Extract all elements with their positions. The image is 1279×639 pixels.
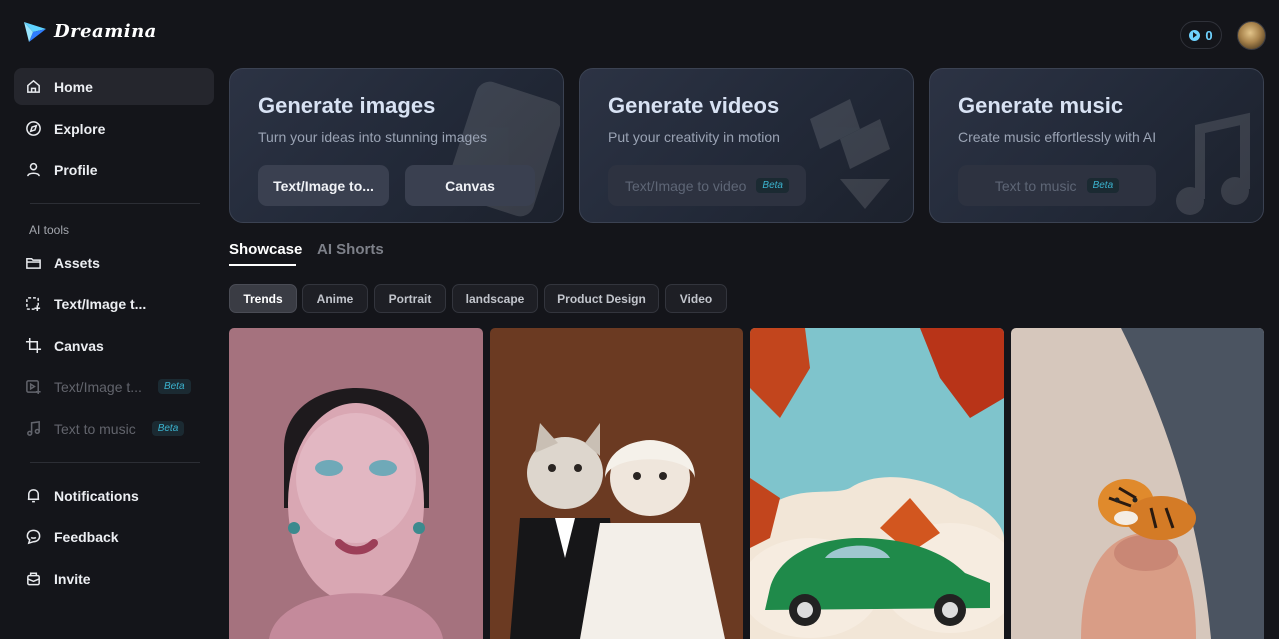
gallery-item-green-car[interactable] — [750, 328, 1004, 639]
filter-video[interactable]: Video — [665, 284, 727, 313]
sidebar-item-invite[interactable]: Invite — [14, 560, 214, 597]
logo[interactable]: Dreamina — [22, 18, 157, 44]
sidebar-item-label: Text/Image t... — [54, 378, 142, 395]
music-icon — [24, 420, 42, 438]
text-image-to-video-button[interactable]: Text/Image to video Beta — [608, 165, 806, 206]
dreamina-logo-icon — [24, 22, 46, 42]
folder-icon — [24, 254, 42, 272]
sidebar-item-text-to-music[interactable]: Text to music Beta — [14, 410, 214, 447]
button-label: Canvas — [445, 177, 495, 194]
beta-badge: Beta — [756, 178, 789, 193]
bell-icon — [24, 487, 42, 505]
filter-product-design[interactable]: Product Design — [544, 284, 659, 313]
gallery-image — [229, 328, 483, 639]
button-label: Text/Image to... — [273, 177, 374, 194]
chat-icon — [24, 528, 42, 546]
generate-videos-card[interactable]: Generate videos Put your creativity in m… — [579, 68, 914, 223]
sidebar-item-label: Explore — [54, 120, 106, 137]
button-label: Text to music — [994, 177, 1077, 194]
gift-icon — [24, 570, 42, 588]
sidebar-item-assets[interactable]: Assets — [14, 244, 214, 281]
button-label: Text/Image to video — [625, 177, 747, 194]
sidebar-divider — [30, 462, 200, 463]
sidebar-item-feedback[interactable]: Feedback — [14, 518, 214, 555]
video-plus-icon — [24, 378, 42, 396]
video-decoration-icon — [810, 99, 890, 209]
sidebar-item-label: Profile — [54, 161, 98, 178]
card-subtitle: Create music effortlessly with AI — [958, 129, 1157, 145]
sidebar-item-label: Notifications — [54, 487, 139, 504]
gallery-item-cat-wedding[interactable] — [490, 328, 743, 639]
sidebar-item-label: Assets — [54, 254, 100, 271]
gallery-image — [490, 328, 743, 639]
sidebar-item-label: Invite — [54, 570, 91, 587]
filter-trends[interactable]: Trends — [229, 284, 297, 313]
gallery-image — [750, 328, 1004, 639]
sidebar: Dreamina Home Explore Profile AI tools A… — [0, 0, 228, 639]
gallery-image — [1011, 328, 1264, 639]
music-decoration-icon — [1176, 112, 1250, 215]
image-plus-icon — [24, 295, 42, 313]
sidebar-item-label: Text/Image t... — [54, 295, 147, 312]
generate-images-card[interactable]: Generate images Turn your ideas into stu… — [229, 68, 564, 223]
tab-showcase[interactable]: Showcase — [229, 241, 302, 258]
user-icon — [24, 161, 42, 179]
sidebar-item-label: Canvas — [54, 337, 104, 354]
avatar[interactable] — [1237, 21, 1266, 50]
filter-anime[interactable]: Anime — [302, 284, 368, 313]
app-name: Dreamina — [54, 20, 157, 42]
ai-tools-label: AI tools — [29, 223, 70, 237]
active-tab-indicator — [229, 264, 296, 266]
card-subtitle: Put your creativity in motion — [608, 129, 780, 145]
text-to-music-button[interactable]: Text to music Beta — [958, 165, 1156, 206]
compass-icon — [24, 120, 42, 138]
filter-landscape[interactable]: landscape — [452, 284, 538, 313]
beta-badge: Beta — [157, 379, 191, 394]
canvas-button[interactable]: Canvas — [405, 165, 535, 206]
credits-count: 0 — [1205, 27, 1213, 43]
card-title: Generate music — [958, 93, 1124, 118]
text-image-to-image-button[interactable]: Text/Image to... — [258, 165, 389, 206]
credits-button[interactable]: 0 — [1180, 21, 1222, 49]
sidebar-item-label: Text to music — [54, 420, 136, 437]
filter-portrait[interactable]: Portrait — [374, 284, 446, 313]
sidebar-item-text-image-video[interactable]: Text/Image t... Beta — [14, 368, 214, 405]
generate-music-card[interactable]: Generate music Create music effortlessly… — [929, 68, 1264, 223]
home-icon — [24, 78, 42, 96]
sidebar-divider — [30, 203, 200, 204]
credit-icon — [1189, 29, 1201, 41]
beta-badge: Beta — [1086, 178, 1120, 193]
sidebar-item-home[interactable]: Home — [14, 68, 214, 105]
gallery-item-tiny-tiger[interactable] — [1011, 328, 1264, 639]
crop-icon — [24, 337, 42, 355]
beta-badge: Beta — [151, 421, 185, 436]
sidebar-item-label: Feedback — [54, 528, 119, 545]
sidebar-item-text-image[interactable]: Text/Image t... — [14, 285, 214, 322]
tab-ai-shorts[interactable]: AI Shorts — [317, 241, 384, 258]
card-title: Generate images — [258, 93, 436, 118]
card-title: Generate videos — [608, 93, 780, 118]
sidebar-item-canvas[interactable]: Canvas — [14, 327, 214, 364]
gallery-item-chrome-portrait[interactable] — [229, 328, 483, 639]
sidebar-item-explore[interactable]: Explore — [14, 110, 214, 147]
sidebar-item-notifications[interactable]: Notifications — [14, 477, 214, 514]
sidebar-item-label: Home — [54, 78, 93, 95]
card-subtitle: Turn your ideas into stunning images — [258, 129, 488, 145]
sidebar-item-profile[interactable]: Profile — [14, 151, 214, 188]
